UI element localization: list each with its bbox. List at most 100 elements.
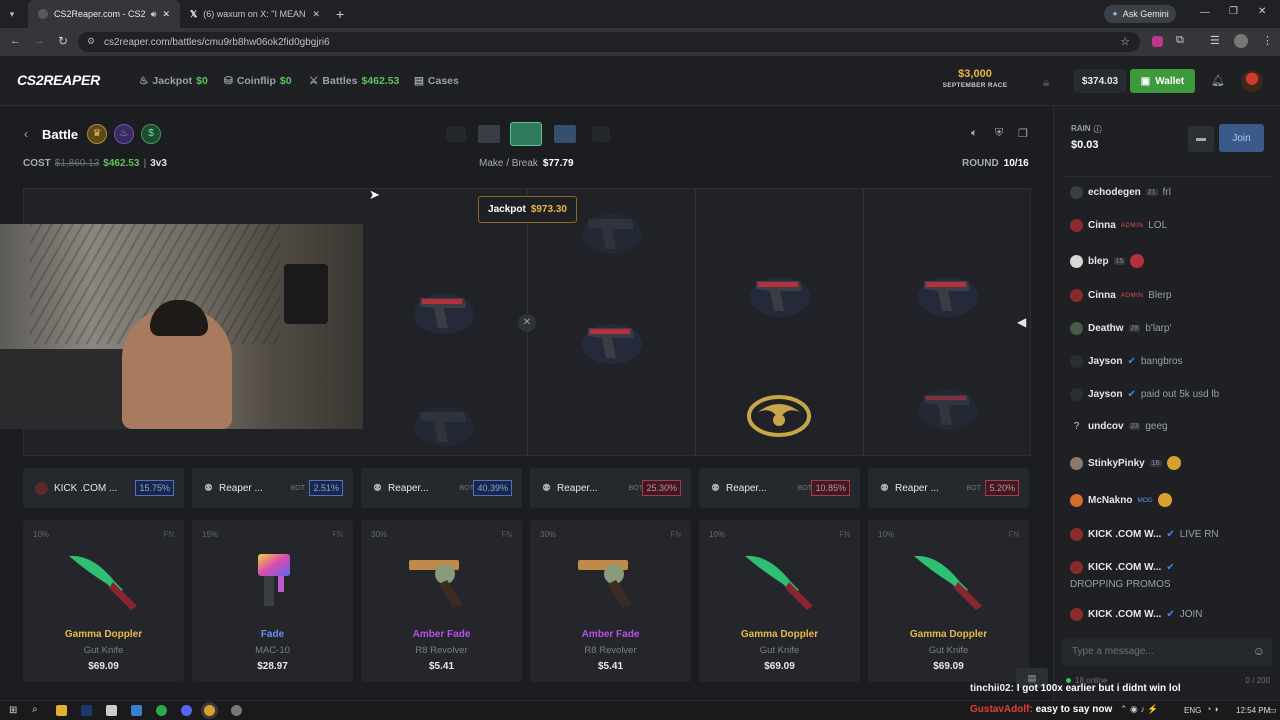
case-icon[interactable] [446,126,466,142]
back-chevron-icon[interactable]: ‹ [24,127,28,141]
item-card[interactable]: 10% FN Gamma Doppler Gut Knife $69.09 [23,520,184,682]
minimize-button[interactable]: — [1200,7,1210,18]
player-slot[interactable]: ⚉ Reaper... BOT 40.39% [361,468,522,508]
player-slot[interactable]: ⚉ Reaper ... BOT 2.51% [192,468,353,508]
user-avatar[interactable] [1070,186,1083,199]
tab-search-button[interactable]: ▾ [0,0,24,28]
search-icon[interactable]: ⌕ [32,704,38,715]
case-icon[interactable] [510,122,542,146]
user-avatar[interactable] [1070,289,1083,302]
restore-button[interactable]: ❐ [1229,6,1238,17]
chrome-icon[interactable] [156,705,167,716]
user-avatar[interactable] [1070,388,1083,401]
user-avatar[interactable] [1070,355,1083,368]
bell-icon[interactable]: 🔔︎ [1211,74,1225,87]
chat-username[interactable]: undcov [1088,421,1124,432]
join-rain-button[interactable]: Join [1219,124,1264,152]
site-logo[interactable]: CS2REAPER [17,72,100,88]
close-window-button[interactable]: ✕ [1258,6,1266,17]
chat-username[interactable]: Jayson [1088,356,1122,367]
speaker-icon[interactable]: 🔊︎ [151,9,157,20]
chat-username[interactable]: McNakno [1088,495,1132,506]
settings-icon[interactable] [231,705,242,716]
windows-start-icon[interactable]: ⊞ [9,705,17,716]
item-card[interactable]: 10% FN Gamma Doppler Gut Knife $69.09 [699,520,860,682]
sound-icon[interactable]: 🔈︎ [971,127,978,140]
chat-username[interactable]: echodegen [1088,187,1141,198]
item-card[interactable]: 15% FN Fade MAC-10 $28.97 [192,520,353,682]
balance-display[interactable]: $374.03 [1074,69,1126,93]
chat-username[interactable]: KICK .COM W... [1088,562,1161,573]
item-card[interactable]: 30% FN Amber Fade R8 Revolver $5.41 [530,520,691,682]
item-card[interactable]: 10% FN Gamma Doppler Gut Knife $69.09 [868,520,1029,682]
nav-cases[interactable]: ▤ Cases [414,75,459,87]
chat-input[interactable]: Type a message... [1072,646,1154,657]
case-icon[interactable] [554,125,576,143]
user-avatar[interactable] [1070,608,1083,621]
user-avatar[interactable] [1070,456,1083,470]
bookmark-star-icon[interactable]: ☆ [1120,35,1130,48]
case-icon[interactable] [592,126,610,142]
address-bar[interactable]: ⚙ cs2reaper.com/battles/cmu9rb8hw06ok2fi… [78,32,1140,52]
item-card[interactable]: 30% FN Amber Fade R8 Revolver $5.41 [361,520,522,682]
race-banner[interactable]: $3,000 SEPTEMBER RACE [936,68,1014,89]
player-slot[interactable]: KICK .COM ... 15.75% [23,468,184,508]
copy-icon[interactable]: ❐ [1018,127,1028,140]
extension-icon[interactable] [1152,36,1163,47]
chat-username[interactable]: StinkyPinky [1088,458,1145,469]
user-avatar[interactable] [1070,561,1083,574]
chat-username[interactable]: Cinna [1088,290,1116,301]
chat-username[interactable]: Deathw [1088,323,1124,334]
chat-username[interactable]: Cinna [1088,220,1116,231]
chat-username[interactable]: blep [1088,256,1109,267]
wallet-button[interactable]: ▣ Wallet [1130,69,1195,93]
rain-bucket-icon[interactable]: ▬ [1188,126,1214,152]
info-icon[interactable]: ⓘ [1094,124,1102,135]
chat-username[interactable]: KICK .COM W... [1088,609,1161,620]
language-indicator[interactable]: ENG [1184,706,1201,715]
close-tab-icon[interactable]: ✕ [312,9,320,20]
unknown-avatar-icon[interactable]: ? [1070,421,1083,432]
discord-icon[interactable] [181,705,192,716]
chrome-active-icon[interactable] [204,705,215,716]
nav-battles[interactable]: ⚔ Battles $462.53 [309,75,399,87]
emoji-icon[interactable]: ☺ [1253,644,1265,658]
site-info-icon[interactable]: ⚙ [87,36,95,47]
back-icon[interactable]: ← [10,35,21,47]
nav-coinflip[interactable]: ⛁ Coinflip $0 [224,75,292,87]
more-menu-icon[interactable]: ⋮ [1262,34,1273,47]
user-avatar[interactable] [1070,493,1083,507]
new-tab-button[interactable]: + [336,6,344,22]
clock[interactable]: 12:54 PM [1236,706,1270,715]
app-icon[interactable] [131,705,142,716]
network-icons[interactable]: ◔ ◗ [1206,704,1219,714]
tab-x[interactable]: 𝕏 (6) waxum on X: "I MEAN IT DO ✕ [180,0,330,28]
media-icon[interactable]: ☰ [1210,34,1220,47]
player-slot[interactable]: ⚉ Reaper... BOT 25.30% [530,468,691,508]
forward-icon[interactable]: → [34,35,45,47]
ask-gemini-button[interactable]: ✦ Ask Gemini [1104,5,1176,23]
user-avatar[interactable] [1070,528,1083,541]
user-avatar[interactable] [1241,70,1263,92]
app-icon[interactable] [106,705,117,716]
user-avatar[interactable] [1070,219,1083,232]
user-avatar[interactable] [1070,254,1083,268]
nav-jackpot[interactable]: ♨ Jackpot $0 [139,75,208,87]
tray-icons[interactable]: ⌃ ◉ ♪ ⚡ [1120,704,1159,715]
tab-cs2reaper[interactable]: CS2Reaper.com - CS2 Jackp 🔊︎ ✕ [28,0,180,28]
reload-icon[interactable]: ↻ [58,34,68,48]
case-icon[interactable] [478,125,500,143]
chat-username[interactable]: Jayson [1088,389,1122,400]
user-avatar[interactable] [1070,322,1083,335]
close-tab-icon[interactable]: ✕ [162,9,170,20]
extensions-puzzle-icon[interactable]: ⧉ [1176,34,1184,47]
steam-icon[interactable] [81,705,92,716]
notification-icon[interactable]: ▭ [1268,705,1277,716]
player-slot[interactable]: ⚉ Reaper ... BOT 5.20% [868,468,1029,508]
player-slot[interactable]: ⚉ Reaper... BOT 10.85% [699,468,860,508]
chat-username[interactable]: KICK .COM W... [1088,529,1161,540]
chat-input-box[interactable]: Type a message... ☺ [1062,638,1272,666]
file-explorer-icon[interactable] [56,705,67,716]
profile-avatar[interactable] [1234,34,1248,48]
shield-icon[interactable]: ⛨ [995,127,1003,140]
